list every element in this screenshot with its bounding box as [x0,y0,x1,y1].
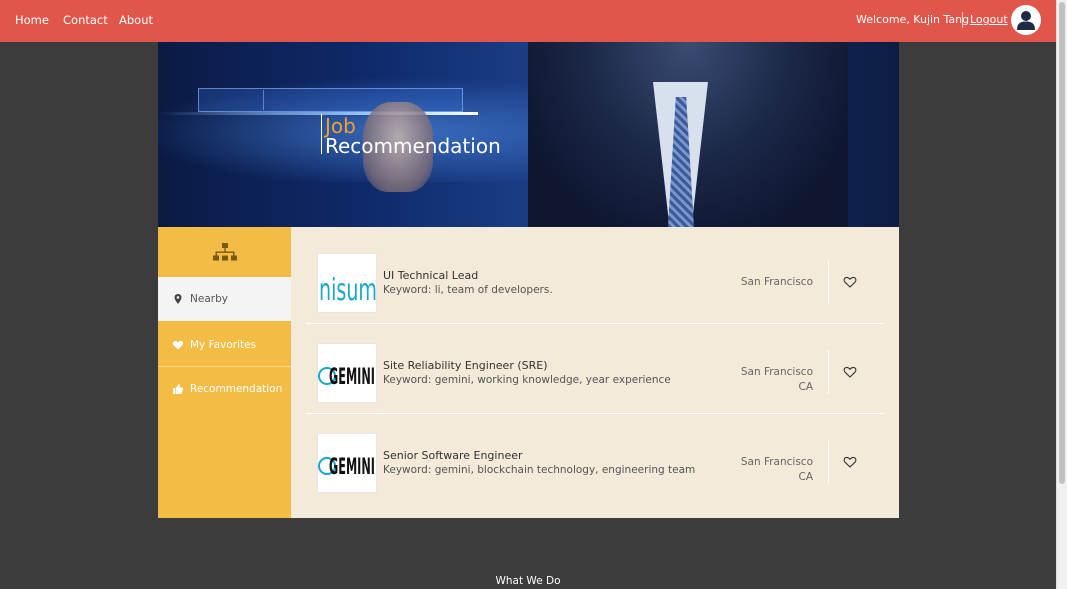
logo-text: nisum [319,273,377,308]
logo-text: GEMINI [329,365,375,390]
job-item[interactable]: GEMINI Site Reliability Engineer (SRE) K… [306,317,884,406]
job-location-city: San Francisco [740,276,813,288]
job-divider-vertical [828,260,829,304]
hero-search-graphic-divider [263,90,264,110]
user-avatar-icon[interactable] [1011,5,1041,35]
company-logo-gemini: GEMINI [317,433,377,493]
job-location-city: San Francisco [740,366,813,378]
job-list: nisum UI Technical Lead Keyword: li, tea… [291,227,899,518]
nav-contact-link[interactable]: Contact [63,13,108,27]
job-title[interactable]: UI Technical Lead [383,269,478,282]
hero-search-graphic [198,88,463,112]
job-location-state: CA [798,471,813,483]
job-keywords: Keyword: li, team of developers. [383,284,553,296]
favorite-heart-icon[interactable] [843,365,857,379]
favorite-heart-icon[interactable] [843,455,857,469]
heart-icon [172,340,184,350]
job-location-city: San Francisco [740,456,813,468]
job-keywords: Keyword: gemini, working knowledge, year… [383,374,671,386]
job-location: San Francisco CA [741,365,813,395]
sidebar-item-nearby[interactable]: Nearby [158,277,291,321]
favorite-heart-icon[interactable] [843,275,857,289]
sidebar-item-label: Nearby [190,293,228,305]
thumbs-up-icon [173,384,184,394]
job-location-state: CA [798,381,813,393]
job-divider-vertical [828,350,829,394]
footer-what-we-do: What We Do [495,575,561,587]
sidebar-header [158,227,291,277]
sidebar-item-label: My Favorites [190,339,257,351]
map-marker-icon [174,294,182,304]
logout-link[interactable]: Logout [970,13,1008,26]
job-item[interactable]: nisum UI Technical Lead Keyword: li, tea… [306,227,884,316]
company-logo-nisum: nisum [317,253,377,313]
sidebar-item-my-favorites[interactable]: My Favorites [158,323,291,367]
nav-about-link[interactable]: About [119,13,153,27]
sidebar-item-recommendation[interactable]: Recommendation [158,367,291,411]
job-title[interactable]: Senior Software Engineer [383,449,523,462]
company-logo-gemini: GEMINI [317,343,377,403]
sidebar: Nearby My Favorites Recommendation [158,227,291,518]
job-divider-vertical [828,440,829,484]
logo-text: GEMINI [329,455,375,480]
job-keywords: Keyword: gemini, blockchain technology, … [383,464,696,476]
hero-light-beam [158,112,478,115]
hero-title-accent-bar [321,114,322,154]
page-scrollbar[interactable] [1056,0,1067,589]
nav-divider [962,12,963,28]
welcome-message: Welcome, Kujin Tang [856,13,970,26]
nav-home-link[interactable]: Home [15,13,49,27]
job-title[interactable]: Site Reliability Engineer (SRE) [383,359,548,372]
job-location: San Francisco [741,275,813,290]
scrollbar-thumb[interactable] [1059,2,1065,484]
sitemap-icon [213,243,237,261]
hero-banner: Job Recommendation [158,42,899,227]
job-item[interactable]: GEMINI Senior Software Engineer Keyword:… [306,407,884,496]
sidebar-item-label: Recommendation [190,383,283,395]
top-navbar: Home Contact About Welcome, Kujin Tang L… [0,0,1056,42]
job-location: San Francisco CA [741,455,813,485]
hero-title-line2: Recommendation [325,134,501,158]
